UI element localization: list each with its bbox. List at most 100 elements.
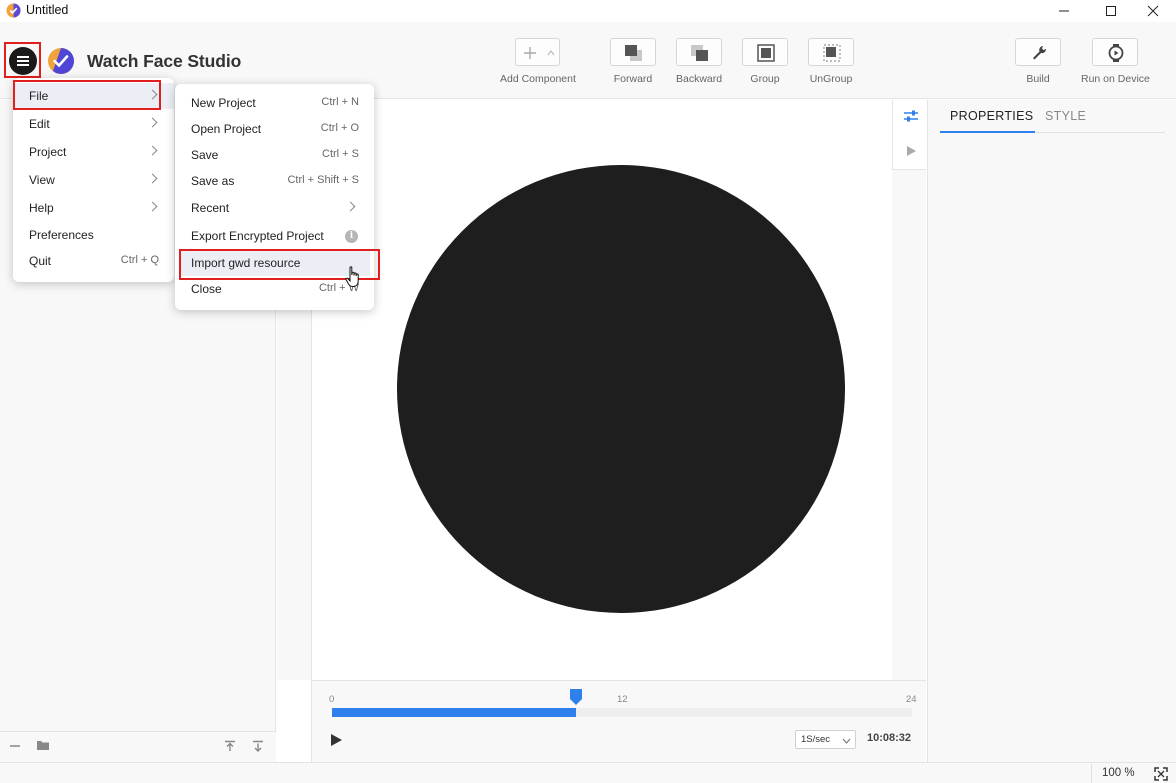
plus-icon xyxy=(524,47,537,59)
app-logo-icon xyxy=(48,48,74,74)
menu-item-open-project[interactable]: Open Project Ctrl + O xyxy=(175,116,374,142)
menu-item-view[interactable]: View xyxy=(13,167,174,193)
menu-item-shortcut: Ctrl + S xyxy=(322,148,359,160)
timeline-thumb[interactable] xyxy=(569,689,582,705)
backward-label: Backward xyxy=(676,73,723,85)
status-bar: 100 % xyxy=(0,762,1176,783)
menu-item-shortcut: Ctrl + N xyxy=(321,96,359,108)
maximize-button[interactable] xyxy=(1088,0,1134,22)
menu-item-shortcut: Ctrl + Q xyxy=(120,254,159,266)
zoom-value: 100 % xyxy=(1102,767,1135,779)
menu-item-help[interactable]: Help xyxy=(13,195,174,221)
ungroup-label: UnGroup xyxy=(809,73,853,85)
left-panel-footer xyxy=(0,731,276,761)
timeline-progress xyxy=(332,708,576,717)
app-logo-icon xyxy=(6,3,21,18)
forward-icon xyxy=(625,45,642,61)
menu-item-label: Recent xyxy=(191,201,230,215)
timeline-tick-0: 0 xyxy=(329,694,335,705)
fit-screen-icon[interactable] xyxy=(1154,767,1168,781)
active-tab-indicator xyxy=(940,131,1035,133)
chevron-right-icon xyxy=(147,201,158,212)
menu-item-preferences[interactable]: Preferences xyxy=(13,222,174,248)
right-panel: PROPERTIES STYLE xyxy=(927,100,1176,762)
group-icon xyxy=(757,44,775,62)
chevron-right-icon xyxy=(345,201,356,212)
menu-item-save[interactable]: Save Ctrl + S xyxy=(175,142,374,168)
timeline-clock: 10:08:32 xyxy=(867,732,912,744)
menu-item-label: Open Project xyxy=(191,122,262,136)
chevron-right-icon xyxy=(147,173,158,184)
chevron-right-icon xyxy=(147,145,158,156)
highlight-box-hamburger xyxy=(4,42,41,78)
watch-icon xyxy=(1109,44,1124,62)
minimize-icon xyxy=(1059,10,1069,12)
sliders-icon[interactable] xyxy=(903,109,919,123)
timeline-track[interactable] xyxy=(332,708,912,717)
group-label: Group xyxy=(750,73,780,85)
folder-icon[interactable] xyxy=(36,739,50,751)
zoom-level[interactable]: 100 % xyxy=(1091,764,1141,783)
menu-item-shortcut: Ctrl + Shift + S xyxy=(287,174,359,186)
info-icon[interactable]: i xyxy=(345,230,358,243)
menu-item-new-project[interactable]: New Project Ctrl + N xyxy=(175,90,374,116)
watch-face-preview[interactable] xyxy=(397,165,845,613)
run-on-device-button[interactable]: Run on Device xyxy=(1081,38,1150,85)
tab-properties[interactable]: PROPERTIES xyxy=(950,109,1033,123)
menu-item-project[interactable]: Project xyxy=(13,139,174,165)
close-icon xyxy=(1147,5,1159,17)
highlight-box-file xyxy=(13,80,161,110)
close-button[interactable] xyxy=(1130,0,1176,22)
title-bar: Untitled xyxy=(0,0,1176,22)
add-component-label: Add Component xyxy=(500,73,576,85)
build-button[interactable]: Build xyxy=(1015,38,1061,85)
speed-select[interactable]: 1S/sec xyxy=(795,730,856,749)
run-on-device-label: Run on Device xyxy=(1081,73,1150,85)
forward-label: Forward xyxy=(613,73,653,85)
minus-icon[interactable] xyxy=(9,740,21,752)
chevron-up-icon xyxy=(547,50,555,56)
minimize-button[interactable] xyxy=(1041,0,1087,22)
ungroup-button[interactable]: UnGroup xyxy=(808,38,854,85)
backward-button[interactable]: Backward xyxy=(676,38,722,85)
play-icon[interactable] xyxy=(905,145,917,157)
timeline: 0 12 24 1S/sec 10:08:32 xyxy=(311,680,926,762)
ungroup-icon xyxy=(823,44,841,62)
canvas-side-tools xyxy=(892,100,926,170)
timeline-tick-24: 24 xyxy=(906,694,917,705)
menu-item-save-as[interactable]: Save as Ctrl + Shift + S xyxy=(175,168,374,194)
window-title: Untitled xyxy=(26,3,69,17)
menu-item-label: Help xyxy=(29,201,54,215)
menu-item-label: Project xyxy=(29,145,67,159)
menu-item-label: New Project xyxy=(191,96,256,110)
move-down-icon[interactable] xyxy=(252,740,264,752)
play-icon[interactable] xyxy=(329,733,343,747)
add-component-button[interactable]: Add Component xyxy=(500,38,576,85)
menu-item-label: Preferences xyxy=(29,228,94,242)
forward-button[interactable]: Forward xyxy=(610,38,656,85)
backward-icon xyxy=(691,45,709,61)
tab-style[interactable]: STYLE xyxy=(1045,109,1086,123)
menu-item-quit[interactable]: Quit Ctrl + Q xyxy=(13,248,174,274)
menu-item-export-encrypted-project[interactable]: Export Encrypted Project i xyxy=(175,223,374,249)
menu-item-edit[interactable]: Edit xyxy=(13,111,174,137)
menu-item-label: Close xyxy=(191,282,222,296)
move-up-icon[interactable] xyxy=(224,740,236,752)
speed-value: 1S/sec xyxy=(801,734,831,745)
pointer-hand-icon xyxy=(345,266,359,287)
menu-item-label: Quit xyxy=(29,254,52,268)
timeline-tick-12: 12 xyxy=(617,694,628,705)
menu-item-label: Edit xyxy=(29,117,50,131)
app-name: Watch Face Studio xyxy=(87,51,242,71)
chevron-right-icon xyxy=(147,117,158,128)
menu-item-recent[interactable]: Recent xyxy=(175,195,374,221)
chevron-down-icon xyxy=(842,738,851,744)
group-button[interactable]: Group xyxy=(742,38,788,85)
build-label: Build xyxy=(1026,73,1050,85)
menu-item-label: View xyxy=(29,173,55,187)
maximize-icon xyxy=(1106,6,1116,16)
menu-item-label: Save xyxy=(191,148,219,162)
menu-item-shortcut: Ctrl + O xyxy=(320,122,359,134)
menu-item-label: Save as xyxy=(191,174,235,188)
wrench-icon xyxy=(1033,46,1047,60)
